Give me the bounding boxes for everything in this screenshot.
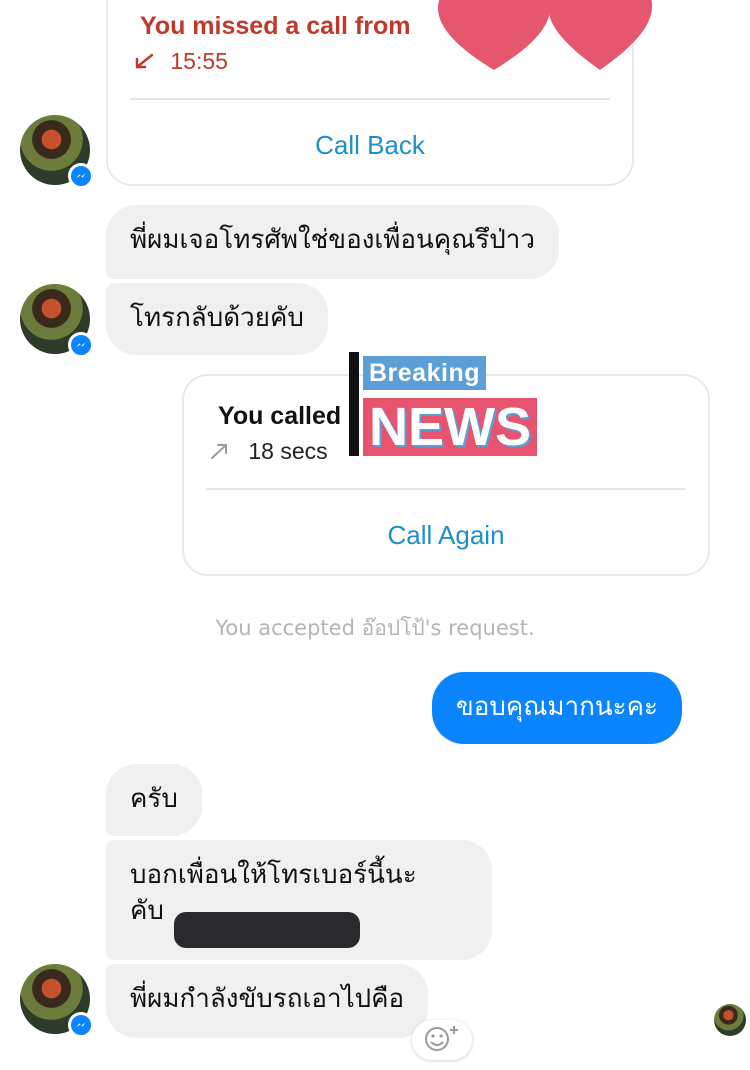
news-label: NEWS <box>363 398 537 456</box>
received-message[interactable]: พี่ผมกำลังขับรถเอาไปคือ <box>106 964 429 1038</box>
add-reaction-icon <box>422 1023 462 1057</box>
redacted-phone-number <box>174 912 360 948</box>
received-message[interactable]: ครับ <box>106 764 202 836</box>
news-overlay: Breaking NEWS <box>349 352 555 458</box>
outgoing-call-duration-text: 18 secs <box>248 438 328 464</box>
missed-call-arrow-icon <box>132 48 170 74</box>
breaking-label: Breaking <box>363 356 486 390</box>
system-notice: You accepted อ๊อปโป้'s request. <box>215 616 535 640</box>
call-again-button[interactable]: Call Again <box>184 520 708 551</box>
avatar[interactable] <box>20 964 94 1038</box>
heart-sticker-left <box>438 0 550 76</box>
heart-sticker-right <box>548 0 652 76</box>
received-message-text: คับ <box>130 896 164 926</box>
received-message-line: บอกเพื่อนให้โทรเบอร์นี้นะ <box>130 860 417 890</box>
missed-call-time-text: 15:55 <box>170 48 228 74</box>
sent-message[interactable]: ขอบคุณมากนะคะ <box>432 672 682 744</box>
add-reaction-button[interactable] <box>412 1020 472 1060</box>
messenger-badge-icon <box>68 163 94 189</box>
outgoing-call-title: You called <box>218 402 342 430</box>
messenger-badge-icon <box>68 1012 94 1038</box>
outgoing-call-arrow-icon <box>208 438 248 464</box>
messenger-badge-icon <box>68 332 94 358</box>
received-message[interactable]: โทรกลับด้วยคับ <box>106 283 328 355</box>
seen-avatar <box>714 1004 746 1036</box>
card-divider <box>130 98 610 100</box>
outgoing-call-duration: 18 secs <box>208 438 328 465</box>
received-message[interactable]: พี่ผมเจอโทรศัพใช่ของเพื่อนคุณรึป่าว <box>106 205 559 279</box>
avatar[interactable] <box>20 284 94 358</box>
card-divider <box>206 488 686 490</box>
missed-call-time: 15:55 <box>132 48 228 75</box>
news-bar <box>349 352 359 456</box>
call-back-button[interactable]: Call Back <box>108 130 632 161</box>
avatar[interactable] <box>20 115 94 189</box>
missed-call-title: You missed a call from <box>140 12 411 40</box>
